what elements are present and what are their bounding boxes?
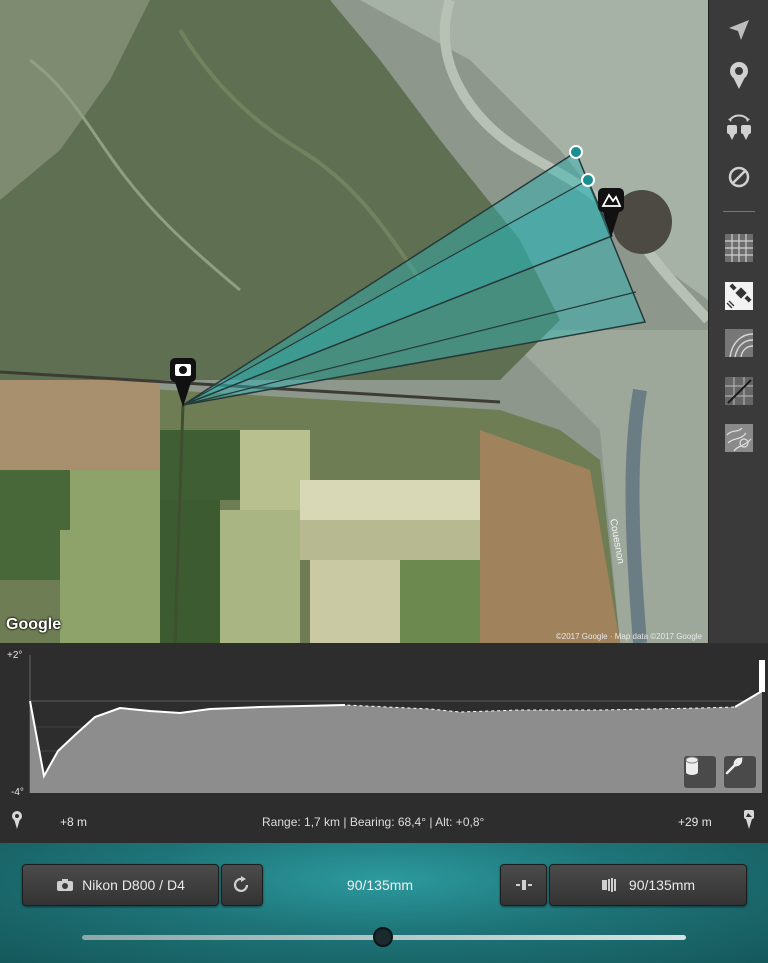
sensor-toggle-button[interactable] xyxy=(500,864,547,906)
cylinder-icon[interactable] xyxy=(684,756,716,788)
map-toolbar xyxy=(708,0,768,643)
wrench-icon[interactable] xyxy=(724,756,756,788)
elevation-profile[interactable]: +2° -4° +8 m +29 m Range: 1,7 km | Beari… xyxy=(0,643,768,843)
map-credit: ©2017 Google · Map data ©2017 Google xyxy=(555,632,702,641)
subject-height-label: +29 m xyxy=(678,815,712,829)
toolbar-divider xyxy=(723,211,755,212)
lens-label: 90/135mm xyxy=(628,877,696,893)
reset-button[interactable] xyxy=(221,864,263,906)
cone-handle-outer[interactable] xyxy=(569,145,583,159)
no-entry-icon[interactable] xyxy=(722,160,756,194)
camera-icon xyxy=(57,879,74,891)
google-logo: Google xyxy=(6,616,62,633)
rotate-icon xyxy=(233,876,249,892)
satellite-map[interactable]: Google ©2017 Google · Map data ©2017 Goo… xyxy=(0,0,708,643)
swap-pins-icon[interactable] xyxy=(722,110,756,144)
range-bearing-info: Range: 1,7 km | Bearing: 68,4° | Alt: +0… xyxy=(262,815,485,829)
subject-height-pin-icon xyxy=(744,810,754,829)
sensor-icon xyxy=(515,880,532,890)
pin-icon[interactable] xyxy=(722,58,756,92)
lens-select-button[interactable]: 90/135mm xyxy=(549,864,747,906)
terrain-icon[interactable] xyxy=(722,326,756,360)
camera-label: Nikon D800 / D4 xyxy=(82,877,185,893)
camera-height-pin-icon xyxy=(12,811,22,829)
focal-slider-thumb[interactable] xyxy=(373,927,393,947)
camera-height-label: +8 m xyxy=(60,815,88,829)
camera-select-button[interactable]: Nikon D800 / D4 xyxy=(22,864,219,906)
location-arrow-icon[interactable] xyxy=(722,13,756,47)
hybrid-map-icon[interactable] xyxy=(722,374,756,408)
bottom-angle-label: -4° xyxy=(11,787,24,798)
focal-length-label: 90/135mm xyxy=(346,877,414,893)
satellite-icon[interactable] xyxy=(722,279,756,313)
cone-handle-inner[interactable] xyxy=(581,173,595,187)
lens-icon xyxy=(601,878,616,892)
map-grid-icon[interactable] xyxy=(722,231,756,265)
top-angle-label: +2° xyxy=(7,650,23,661)
topo-map-icon[interactable] xyxy=(722,421,756,455)
